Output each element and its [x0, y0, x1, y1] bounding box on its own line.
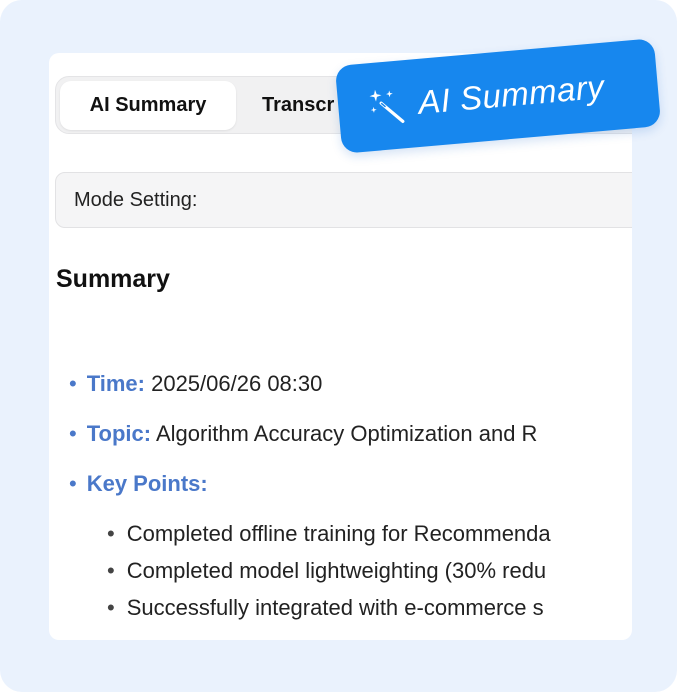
tab-ai-summary-label: AI Summary	[89, 94, 207, 116]
summary-panel: AI Summary Transcr Mode Setting: Summary…	[49, 53, 632, 640]
item-key: Key Points:	[86, 471, 208, 496]
key-point-text: Completed offline training for Recommend…	[126, 521, 551, 546]
key-point-item: • Completed model lightweighting (30% red…	[107, 558, 546, 584]
item-key: Topic:	[86, 421, 152, 446]
key-point-text: Completed model lightweighting (30% redu	[126, 558, 547, 583]
bullet-icon: •	[69, 421, 77, 446]
summary-item-time: • Time: 2025/06/26 08:30	[69, 371, 322, 397]
item-key: Time:	[86, 371, 145, 396]
bullet-icon: •	[69, 371, 77, 396]
bullet-icon: •	[107, 558, 115, 583]
badge-label: AI Summary	[416, 67, 606, 121]
magic-wand-icon	[369, 89, 405, 123]
bullet-icon: •	[107, 595, 115, 620]
key-point-item: • Successfully integrated with e-commerce…	[107, 595, 544, 621]
key-point-text: Successfully integrated with e-commerce …	[126, 595, 544, 620]
tab-ai-summary[interactable]: AI Summary	[60, 81, 236, 130]
mode-setting-label: Mode Setting:	[74, 188, 198, 211]
tab-transcript[interactable]: Transcr	[262, 81, 334, 130]
summary-heading: Summary	[56, 265, 170, 293]
item-value: 2025/06/26 08:30	[144, 371, 323, 396]
summary-item-key-points: • Key Points:	[69, 471, 208, 497]
tab-transcript-label: Transcr	[262, 94, 335, 116]
key-point-item: • Completed offline training for Recommen…	[107, 521, 551, 547]
mode-setting-field[interactable]: Mode Setting:	[55, 172, 632, 228]
app-frame: AI Summary Transcr Mode Setting: Summary…	[0, 0, 677, 692]
bullet-icon: •	[69, 471, 77, 496]
summary-item-topic: • Topic: Algorithm Accuracy Optimization …	[69, 421, 537, 447]
bullet-icon: •	[107, 521, 115, 546]
item-value: Algorithm Accuracy Optimization and R	[151, 421, 538, 446]
